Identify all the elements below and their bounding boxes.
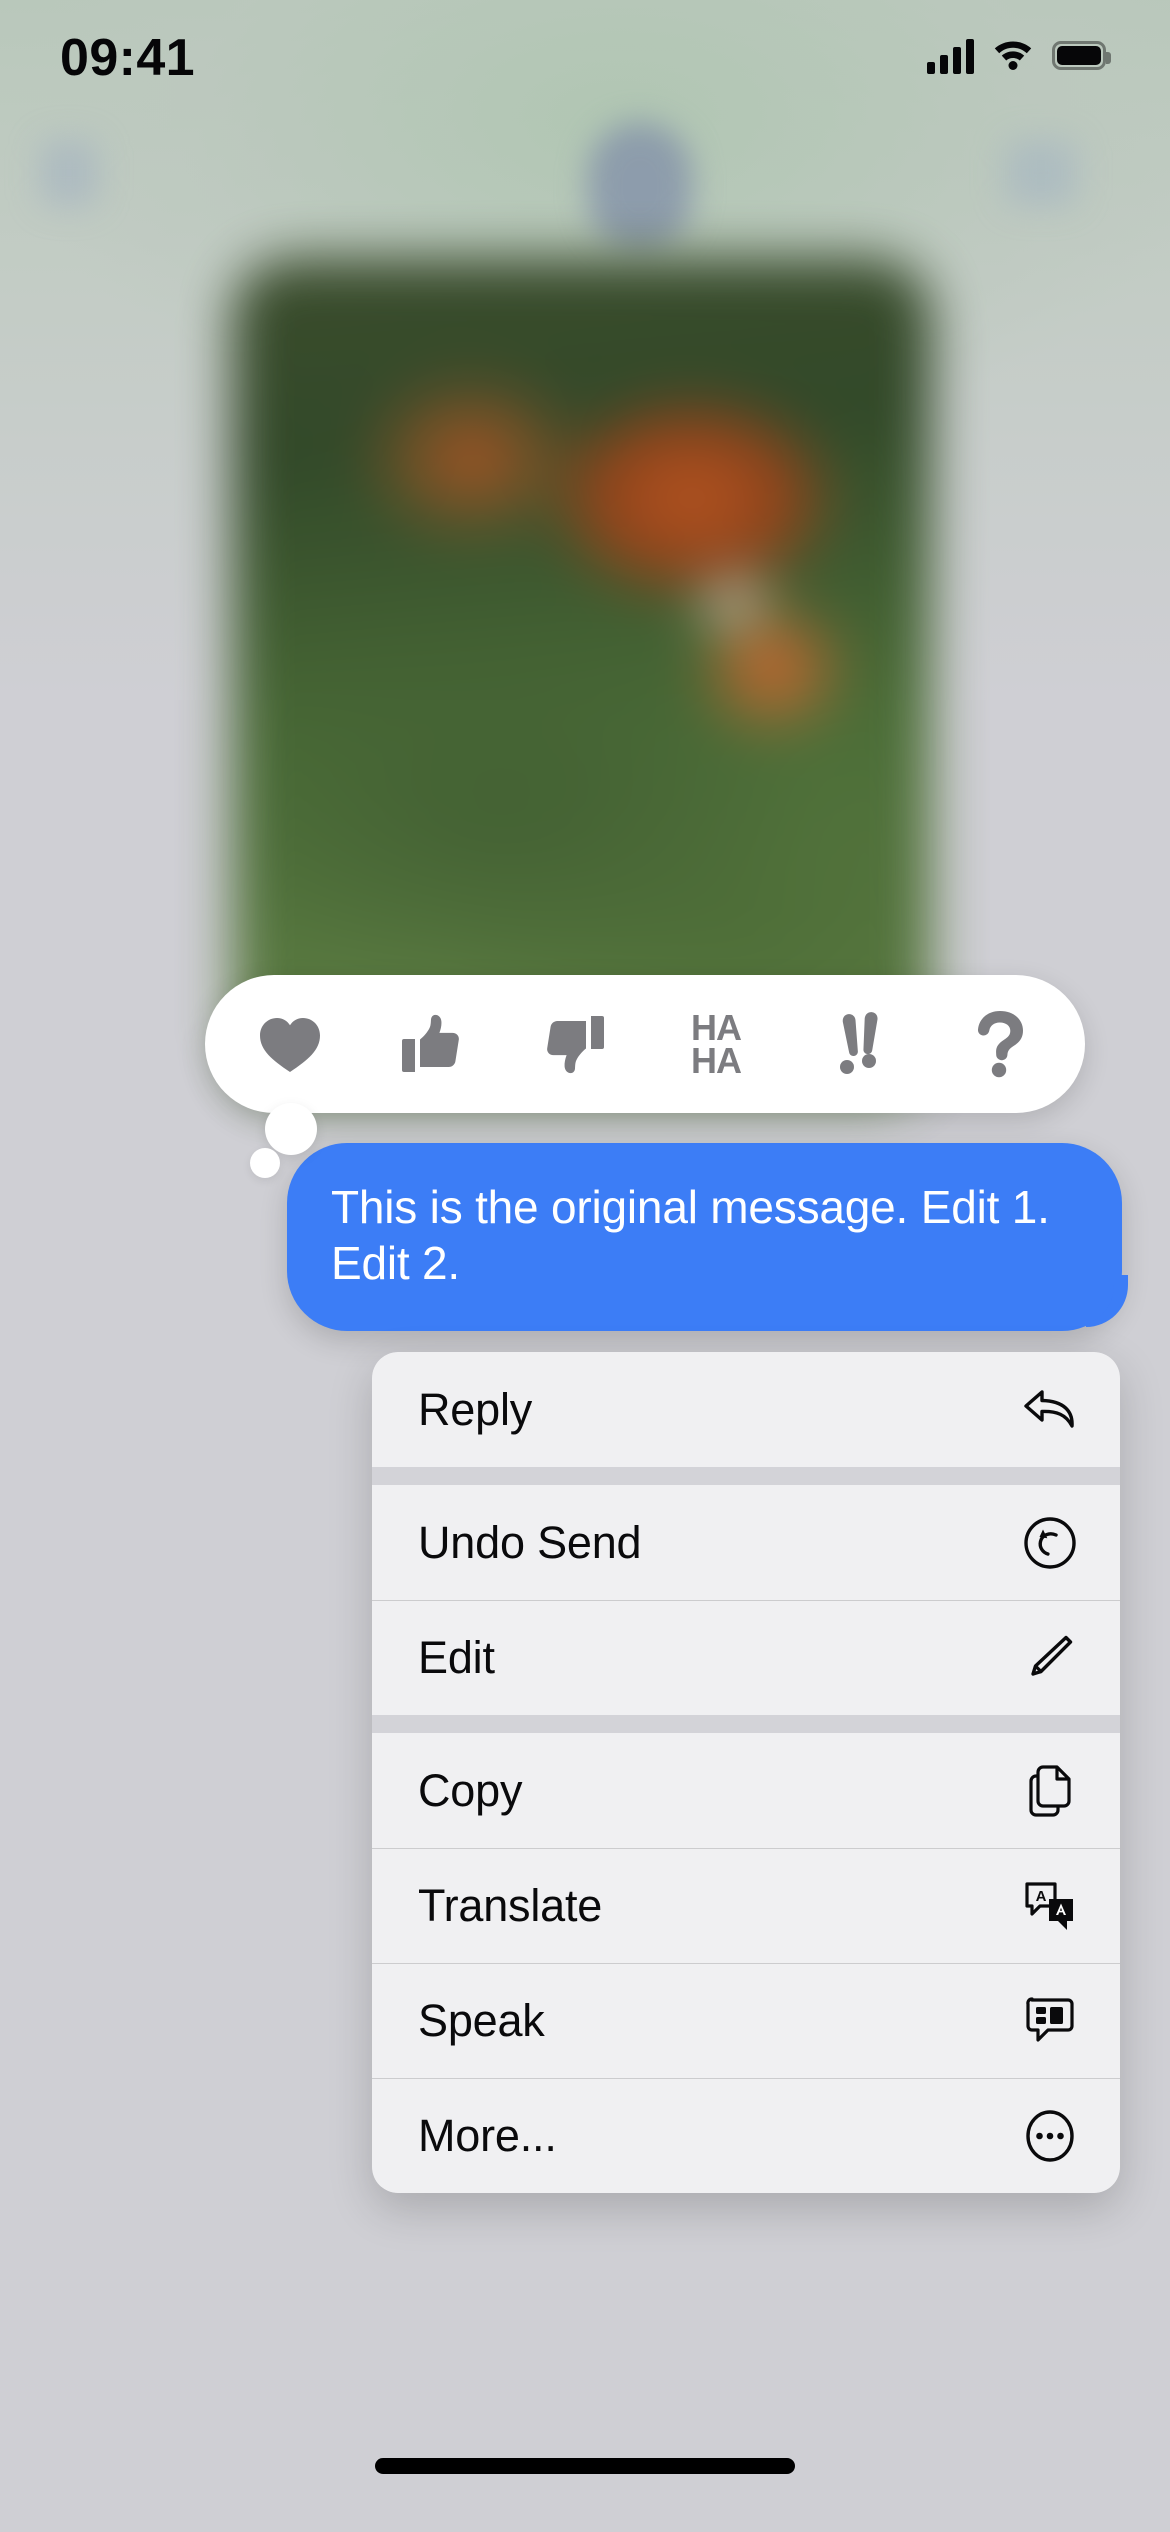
photo-attachment [232, 258, 932, 1098]
menu-item-reply[interactable]: Reply [372, 1352, 1120, 1467]
menu-item-label: Copy [418, 1764, 523, 1816]
menu-item-undo-send[interactable]: Undo Send [372, 1485, 1120, 1600]
haha-icon[interactable]: HA HA [658, 986, 774, 1102]
message-context-menu[interactable]: Reply Undo Send Edit Copy Translate A Sp… [372, 1352, 1120, 2193]
message-bubble[interactable]: This is the original message. Edit 1. Ed… [287, 1143, 1122, 1332]
menu-item-edit[interactable]: Edit [372, 1600, 1120, 1715]
thumbs-down-icon[interactable] [516, 986, 632, 1102]
focused-message[interactable]: This is the original message. Edit 1. Ed… [287, 1143, 1122, 1332]
menu-item-copy[interactable]: Copy [372, 1733, 1120, 1848]
ellipsis-circle-icon [1020, 2106, 1080, 2166]
menu-item-speak[interactable]: Speak [372, 1963, 1120, 2078]
thumbs-up-icon[interactable] [374, 986, 490, 1102]
tapback-tail-small [250, 1148, 280, 1178]
heart-icon[interactable] [232, 986, 348, 1102]
double-exclamation-icon[interactable] [800, 986, 916, 1102]
translate-bubbles-icon: A [1020, 1876, 1080, 1936]
menu-item-label: Edit [418, 1631, 495, 1683]
tapback-reaction-bar[interactable]: HA HA [205, 975, 1085, 1113]
tapback-tail-large [265, 1103, 317, 1155]
context-menu-group-1: Reply [372, 1352, 1120, 1467]
reply-arrow-icon [1020, 1380, 1080, 1440]
speak-bubble-icon [1020, 1991, 1080, 2051]
context-menu-group-3: Copy Translate A Speak More... [372, 1733, 1120, 2193]
copy-documents-icon [1020, 1761, 1080, 1821]
haha-line-2: HA [691, 1040, 742, 1081]
bubble-tail-icon [1086, 1275, 1142, 1331]
contact-avatar [588, 122, 692, 250]
pencil-icon [1020, 1628, 1080, 1688]
iphone-screen: 09:41 HA HA This is the original message… [0, 0, 1170, 2532]
info-icon [1005, 140, 1077, 206]
context-menu-separator [372, 1715, 1120, 1733]
menu-item-translate[interactable]: Translate A [372, 1848, 1120, 1963]
home-indicator[interactable] [375, 2458, 795, 2474]
question-mark-icon[interactable] [942, 986, 1058, 1102]
back-chevron-icon [40, 140, 98, 206]
menu-item-label: Speak [418, 1994, 545, 2046]
menu-item-label: Undo Send [418, 1516, 642, 1568]
svg-text:A: A [1036, 1888, 1047, 1905]
message-text: This is the original message. Edit 1. Ed… [331, 1181, 1050, 1290]
undo-circle-arrow-icon [1020, 1513, 1080, 1573]
menu-item-label: More... [418, 2109, 557, 2161]
menu-item-label: Translate [418, 1879, 603, 1931]
context-menu-separator [372, 1467, 1120, 1485]
menu-item-label: Reply [418, 1383, 533, 1435]
menu-item-more[interactable]: More... [372, 2078, 1120, 2193]
context-menu-group-2: Undo Send Edit [372, 1485, 1120, 1715]
